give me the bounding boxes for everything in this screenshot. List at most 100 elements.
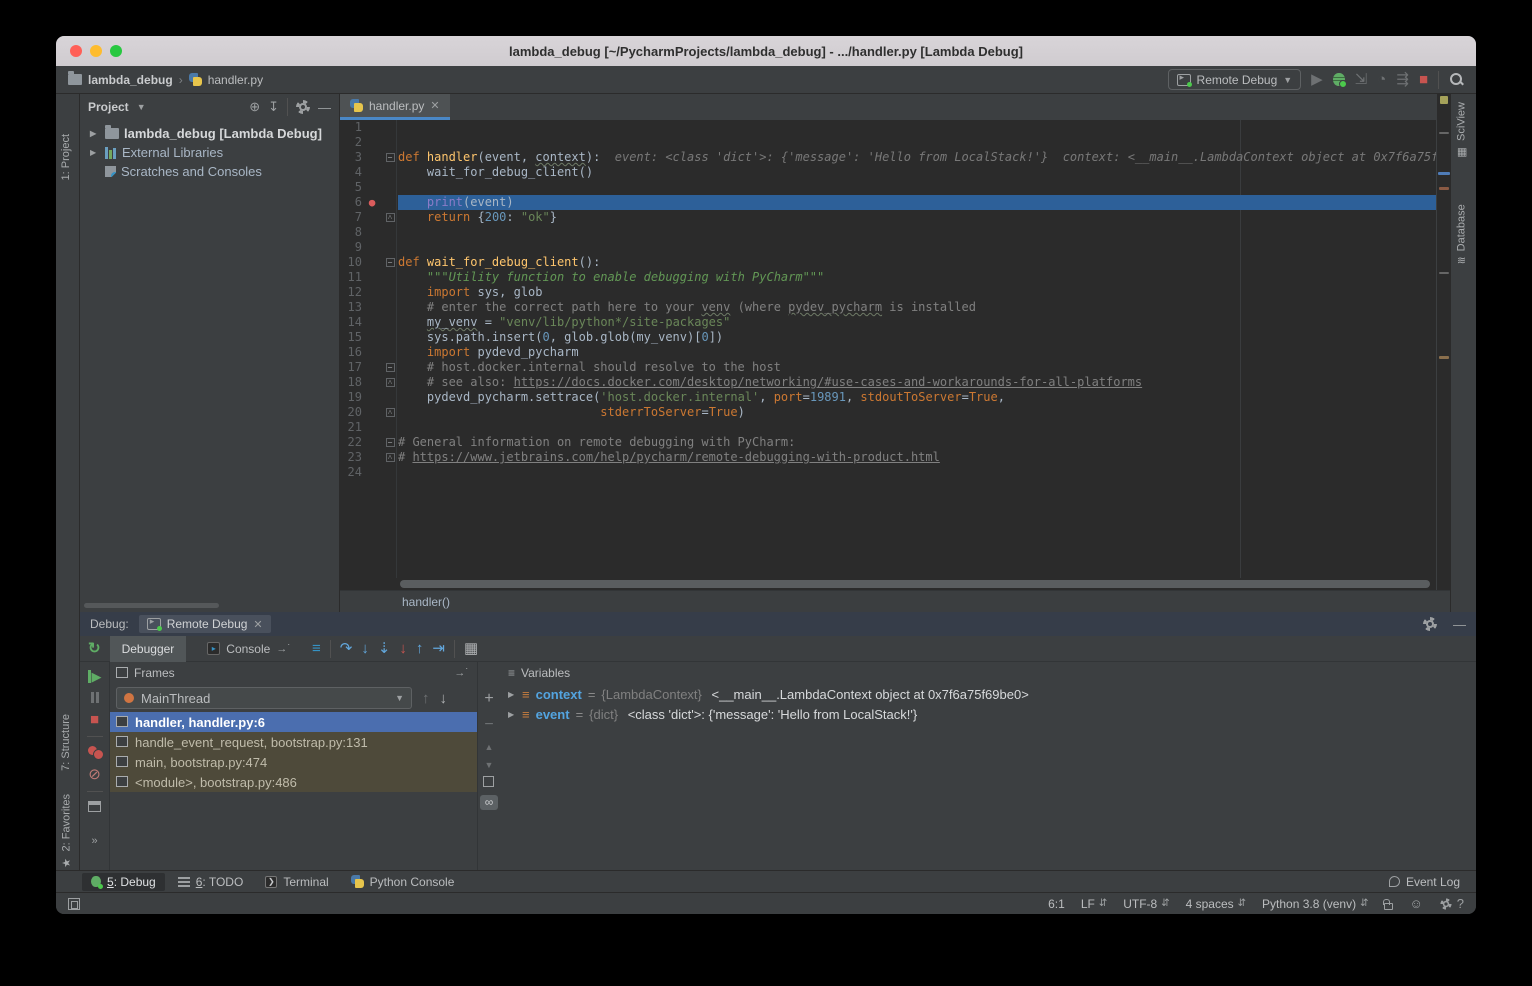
- fold-marker[interactable]: −: [382, 360, 398, 375]
- expand-arrow-icon[interactable]: ▶: [508, 710, 516, 719]
- code-line[interactable]: 19 pydevd_pycharm.settrace('host.docker.…: [340, 390, 1436, 405]
- breakpoint-gutter[interactable]: [362, 450, 382, 465]
- breakpoint-gutter[interactable]: [362, 255, 382, 270]
- ide-settings-icon[interactable]: ?: [1439, 896, 1464, 911]
- breakpoint-gutter[interactable]: [362, 300, 382, 315]
- code-line[interactable]: 14 my_venv = "venv/lib/python*/site-pack…: [340, 315, 1436, 330]
- breakpoint-gutter[interactable]: [362, 375, 382, 390]
- project-tree-item[interactable]: Scratches and Consoles: [80, 162, 339, 181]
- breakpoint-gutter[interactable]: [362, 420, 382, 435]
- resume-button[interactable]: ▶: [88, 670, 102, 683]
- attach-profiler-button[interactable]: ⇲: [1355, 72, 1368, 87]
- run-configuration-select[interactable]: Remote Debug ▼: [1168, 69, 1302, 90]
- stop-debug-button[interactable]: ■: [90, 712, 99, 727]
- code-line[interactable]: 13 # enter the correct path here to your…: [340, 300, 1436, 315]
- frame-row[interactable]: handle_event_request, bootstrap.py:131: [110, 732, 477, 752]
- gear-icon[interactable]: [1423, 617, 1437, 631]
- breakpoint-gutter[interactable]: [362, 360, 382, 375]
- view-breakpoints-button[interactable]: [88, 746, 102, 758]
- interpreter-select[interactable]: Python 3.8 (venv)⇵: [1262, 897, 1368, 911]
- encoding-select[interactable]: UTF-8⇵: [1123, 897, 1169, 911]
- fold-marker[interactable]: ˄: [382, 210, 398, 225]
- step-into-my-code-button[interactable]: ↓: [399, 641, 407, 656]
- move-down-button[interactable]: ▼: [485, 760, 494, 770]
- code-line[interactable]: 10−def wait_for_debug_client():: [340, 255, 1436, 270]
- collapse-all-icon[interactable]: ↧: [268, 99, 279, 115]
- project-tree-item[interactable]: ▶External Libraries: [80, 143, 339, 162]
- code-line[interactable]: 11 """Utility function to enable debuggi…: [340, 270, 1436, 285]
- breakpoint-gutter[interactable]: [362, 435, 382, 450]
- thread-select[interactable]: MainThread ▼: [116, 687, 412, 709]
- project-hscrollbar[interactable]: [84, 603, 219, 608]
- frame-row[interactable]: main, bootstrap.py:474: [110, 752, 477, 772]
- evaluate-expression-icon[interactable]: ▦: [464, 641, 478, 656]
- error-stripe[interactable]: [1436, 94, 1450, 590]
- code-line[interactable]: 2: [340, 135, 1436, 150]
- breadcrumb-file[interactable]: handler.py: [208, 73, 263, 87]
- breakpoint-gutter[interactable]: [362, 465, 382, 480]
- pause-button[interactable]: [91, 692, 99, 703]
- toolwindow-button-debug[interactable]: 5: Debug: [82, 873, 165, 891]
- search-everywhere-icon[interactable]: [1449, 72, 1464, 87]
- readonly-lock-icon[interactable]: [1384, 903, 1393, 910]
- toolwindow-switcher-icon[interactable]: [68, 898, 80, 910]
- breakpoint-gutter[interactable]: [362, 210, 382, 225]
- variables-menu-icon[interactable]: ≡: [508, 666, 515, 680]
- expand-arrow-icon[interactable]: ▶: [90, 129, 100, 138]
- fold-marker[interactable]: ˄: [382, 405, 398, 420]
- fold-marker[interactable]: −: [382, 435, 398, 450]
- close-icon[interactable]: ✕: [430, 99, 439, 112]
- hide-panel-icon[interactable]: —: [1453, 617, 1466, 632]
- line-ending-select[interactable]: LF⇵: [1081, 897, 1107, 911]
- run-with-coverage-button[interactable]: ⇶: [1396, 72, 1409, 87]
- duplicate-watch-icon[interactable]: [485, 778, 494, 787]
- fold-marker[interactable]: −: [382, 150, 398, 165]
- tab-console[interactable]: ▸ Console →˙: [195, 636, 303, 662]
- locate-file-icon[interactable]: ⊕: [249, 99, 260, 115]
- breakpoint-icon[interactable]: ●: [362, 195, 382, 210]
- force-step-into-button[interactable]: ⇣: [378, 641, 391, 656]
- breakpoint-gutter[interactable]: [362, 180, 382, 195]
- fold-marker[interactable]: ˄: [382, 450, 398, 465]
- breakpoint-gutter[interactable]: [362, 315, 382, 330]
- breakpoint-gutter[interactable]: [362, 390, 382, 405]
- mute-breakpoints-button[interactable]: ⊘: [88, 767, 101, 782]
- move-up-button[interactable]: ▲: [485, 742, 494, 752]
- code-line[interactable]: 17− # host.docker.internal should resolv…: [340, 360, 1436, 375]
- fold-marker[interactable]: −: [382, 255, 398, 270]
- code-line[interactable]: 18˄ # see also: https://docs.docker.com/…: [340, 375, 1436, 390]
- toolwindow-button-structure[interactable]: 7: Structure: [60, 714, 72, 771]
- minimize-window-button[interactable]: [90, 45, 102, 57]
- caret-position[interactable]: 6:1: [1048, 897, 1065, 911]
- zoom-window-button[interactable]: [110, 45, 122, 57]
- code-line[interactable]: 4 wait_for_debug_client(): [340, 165, 1436, 180]
- add-watch-button[interactable]: +: [484, 690, 493, 708]
- toolwindow-button-project[interactable]: 1: Project: [60, 134, 72, 180]
- next-frame-button[interactable]: ↓: [440, 691, 448, 706]
- toolwindow-button-terminal[interactable]: ❯Terminal: [256, 873, 337, 891]
- project-panel-title[interactable]: Project: [88, 100, 129, 114]
- evaluate-infinity-icon[interactable]: ∞: [480, 795, 498, 810]
- breakpoint-gutter[interactable]: [362, 120, 382, 135]
- restore-layout-button[interactable]: [88, 801, 101, 812]
- toolwindow-button-database[interactable]: ≋Database: [1455, 204, 1468, 265]
- layout-menu-icon[interactable]: ≡: [312, 641, 321, 656]
- fold-marker[interactable]: ˄: [382, 375, 398, 390]
- variable-row[interactable]: ▶≡context = {LambdaContext} <__main__.La…: [500, 684, 1476, 704]
- toolwindow-button-python-console[interactable]: Python Console: [342, 873, 464, 891]
- code-line[interactable]: 5: [340, 180, 1436, 195]
- code-line[interactable]: 6● print(event): [340, 195, 1436, 210]
- remove-watch-button[interactable]: −: [484, 716, 493, 734]
- expand-arrow-icon[interactable]: ▶: [508, 690, 516, 699]
- toolwindow-button-sciview[interactable]: ▦SciView: [1455, 102, 1468, 159]
- code-line[interactable]: 23˄# https://www.jetbrains.com/help/pych…: [340, 450, 1436, 465]
- editor-hscrollbar[interactable]: [400, 580, 1430, 588]
- editor-context-breadcrumb[interactable]: handler(): [340, 590, 1450, 612]
- close-window-button[interactable]: [70, 45, 82, 57]
- code-line[interactable]: 3−def handler(event, context): event: <c…: [340, 150, 1436, 165]
- breakpoint-gutter[interactable]: [362, 165, 382, 180]
- indent-select[interactable]: 4 spaces⇵: [1186, 897, 1246, 911]
- expand-arrow-icon[interactable]: ▶: [90, 148, 100, 157]
- toolwindow-button-todo[interactable]: 6: TODO: [169, 873, 253, 891]
- breakpoint-gutter[interactable]: [362, 405, 382, 420]
